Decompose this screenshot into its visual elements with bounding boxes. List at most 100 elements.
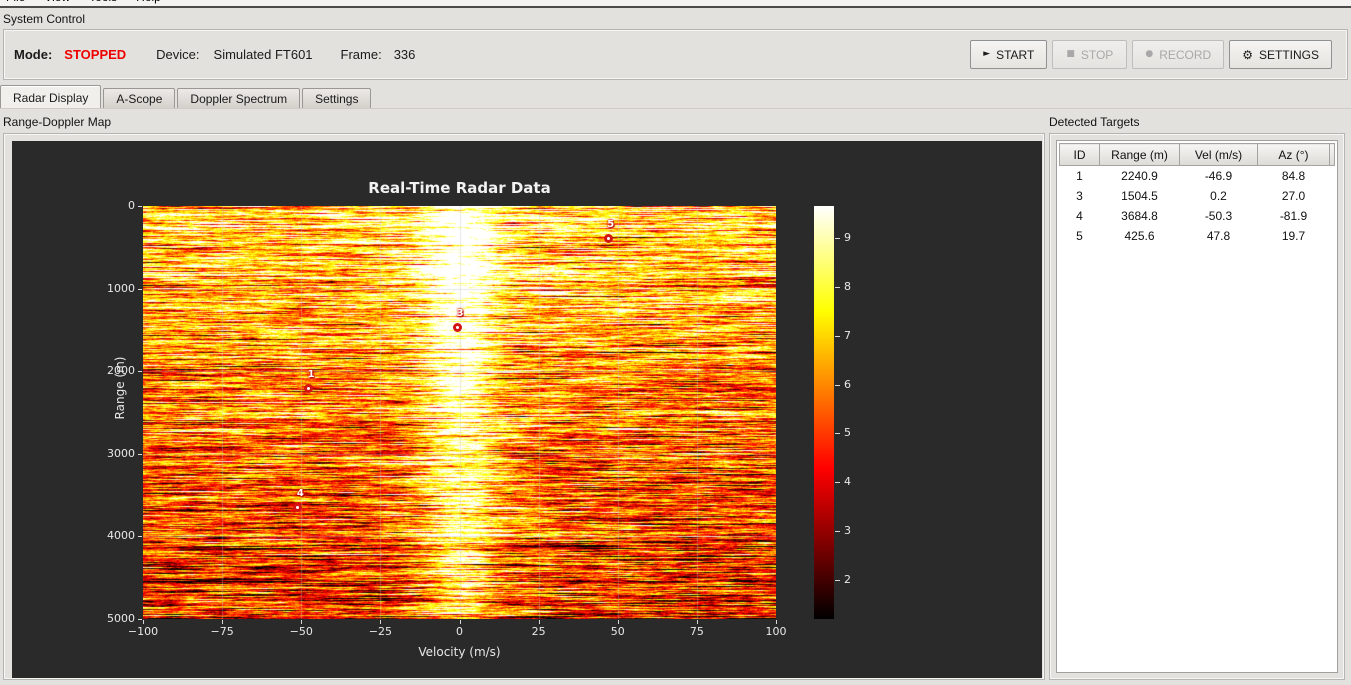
y-tick-label: 5000: [107, 612, 135, 625]
x-tick-label: 75: [689, 625, 704, 638]
y-tick-label: 3000: [107, 446, 135, 460]
target-id: 1: [1059, 165, 1100, 186]
system-control-group: Mode: STOPPED Device: Simulated FT601 Fr…: [3, 29, 1348, 80]
detected-targets-label: Detected Targets: [1049, 115, 1140, 129]
x-tick-mark: [618, 620, 619, 624]
settings-button[interactable]: ⚙ SETTINGS: [1229, 40, 1332, 69]
range-doppler-heatmap: [143, 206, 776, 619]
y-tick-mark: [138, 454, 142, 455]
target-marker-label-1: 1: [307, 369, 315, 381]
colorbar-tick-label: 8: [844, 280, 851, 294]
tab-doppler-spectrum[interactable]: Doppler Spectrum: [177, 88, 301, 108]
colorbar-tick-mark: [835, 238, 840, 239]
x-tick-mark: [539, 620, 540, 624]
menu-help[interactable]: Help: [136, 0, 161, 4]
frame-label: Frame:: [340, 47, 382, 62]
control-buttons: ► START ■ STOP ● RECORD ⚙ SETTINGS: [970, 40, 1347, 69]
colorbar-tick-label: 6: [844, 377, 851, 391]
menu-items: File View Tools Help: [6, 0, 161, 4]
colorbar-tick-mark: [835, 580, 840, 581]
target-range: 2240.9: [1099, 165, 1180, 186]
tab-bar: Radar Display A-Scope Doppler Spectrum S…: [0, 85, 1351, 109]
colorbar-tick-label: 7: [844, 328, 851, 342]
x-tick-label: −50: [289, 625, 313, 638]
target-vel: -46.9: [1179, 165, 1258, 186]
target-row-1[interactable]: 1 2240.9 -46.9 84.8: [1059, 165, 1335, 186]
stop-icon: ■: [1066, 49, 1075, 59]
y-tick-label: 2000: [107, 364, 135, 378]
colorbar-tick-label: 9: [844, 231, 851, 245]
colorbar-tick-label: 2: [844, 572, 851, 586]
target-az: 84.8: [1257, 165, 1330, 186]
gear-icon: ⚙: [1242, 47, 1253, 62]
x-tick-label: 25: [531, 625, 546, 638]
target-az: 27.0: [1257, 185, 1330, 206]
x-tick-label: −25: [368, 625, 392, 638]
target-id: 5: [1059, 225, 1100, 246]
x-tick-label: 0: [456, 625, 463, 638]
column-header-spacer: [1329, 143, 1335, 166]
tab-a-scope[interactable]: A-Scope: [103, 88, 176, 108]
target-vel: -50.3: [1179, 205, 1258, 226]
target-row-3[interactable]: 3 1504.5 0.2 27.0: [1059, 185, 1335, 206]
x-tick-mark: [380, 620, 381, 624]
colorbar-tick-mark: [835, 531, 840, 532]
device-value: Simulated FT601: [213, 47, 313, 62]
x-tick-label: −75: [210, 625, 234, 638]
range-doppler-plot: Real-Time Radar Data Range (m) Velocity …: [12, 141, 1042, 678]
y-tick-mark: [138, 619, 142, 620]
stop-button[interactable]: ■ STOP: [1052, 40, 1128, 69]
record-button-label: RECORD: [1159, 47, 1212, 62]
status-fields: Mode: STOPPED Device: Simulated FT601 Fr…: [4, 47, 415, 62]
y-tick-mark: [138, 536, 142, 537]
start-button-label: START: [996, 47, 1035, 62]
target-id: 3: [1059, 185, 1100, 206]
tab-radar-display[interactable]: Radar Display: [0, 85, 102, 108]
target-az: -81.9: [1257, 205, 1330, 226]
x-tick-label: 100: [765, 625, 787, 638]
x-tick-mark: [143, 620, 144, 624]
colorbar-tick-mark: [835, 287, 840, 288]
tab-settings[interactable]: Settings: [302, 88, 372, 108]
x-axis-label: Velocity (m/s): [418, 645, 501, 659]
range-doppler-map-label: Range-Doppler Map: [3, 115, 112, 129]
play-icon: ►: [983, 49, 991, 59]
target-az: 19.7: [1257, 225, 1330, 246]
column-header-id[interactable]: ID: [1059, 143, 1100, 166]
x-tick-mark: [697, 620, 698, 624]
target-row-4[interactable]: 4 3684.8 -50.3 -81.9: [1059, 205, 1335, 226]
colorbar: [814, 206, 834, 619]
targets-table: ID Range (m) Vel (m/s) Az (°) 1 2240.9 -…: [1059, 143, 1335, 246]
x-tick-label: 50: [610, 625, 625, 638]
target-range: 425.6: [1099, 225, 1180, 246]
colorbar-tick-label: 4: [844, 475, 851, 489]
record-icon: ●: [1145, 49, 1154, 59]
target-marker-label-4: 4: [296, 488, 304, 500]
x-tick-mark: [460, 620, 461, 624]
menu-view[interactable]: View: [44, 0, 70, 4]
column-header-range[interactable]: Range (m): [1099, 143, 1180, 166]
plot-title: Real-Time Radar Data: [368, 179, 551, 197]
target-vel: 0.2: [1179, 185, 1258, 206]
start-button[interactable]: ► START: [970, 40, 1048, 69]
colorbar-tick-label: 3: [844, 524, 851, 538]
column-header-az[interactable]: Az (°): [1257, 143, 1330, 166]
colorbar-tick-mark: [835, 336, 840, 337]
x-tick-mark: [301, 620, 302, 624]
targets-table-area: ID Range (m) Vel (m/s) Az (°) 1 2240.9 -…: [1056, 140, 1338, 673]
mode-value: STOPPED: [64, 47, 127, 62]
colorbar-tick-mark: [835, 482, 840, 483]
target-marker-label-5: 5: [607, 219, 615, 231]
y-tick-mark: [138, 289, 142, 290]
y-axis-label: Range (m): [113, 356, 127, 420]
record-button[interactable]: ● RECORD: [1132, 40, 1225, 69]
target-row-5[interactable]: 5 425.6 47.8 19.7: [1059, 225, 1335, 246]
target-range: 1504.5: [1099, 185, 1180, 206]
target-vel: 47.8: [1179, 225, 1258, 246]
target-marker-label-3: 3: [456, 308, 464, 320]
menu-file[interactable]: File: [6, 0, 25, 4]
y-tick-label: 4000: [107, 529, 135, 543]
column-header-vel[interactable]: Vel (m/s): [1179, 143, 1258, 166]
stop-button-label: STOP: [1080, 47, 1114, 62]
menu-tools[interactable]: Tools: [89, 0, 117, 4]
